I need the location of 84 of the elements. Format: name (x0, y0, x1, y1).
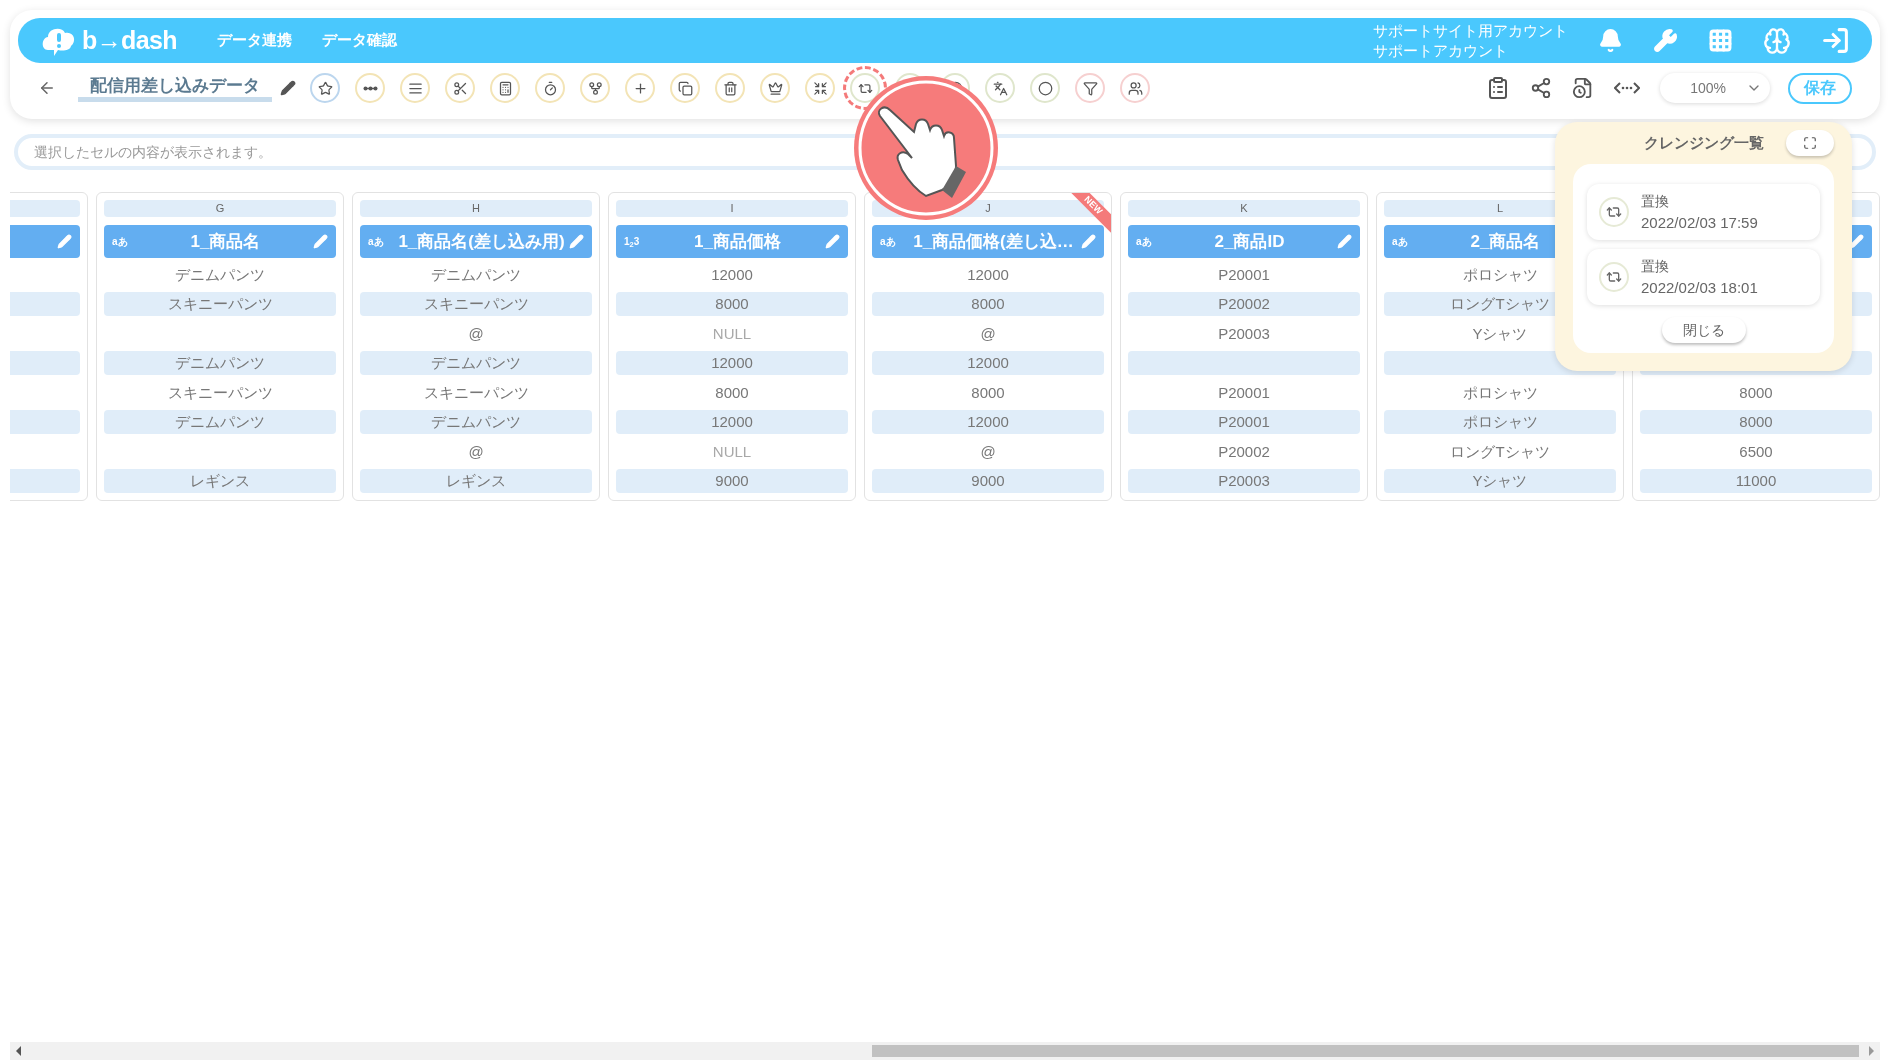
table-cell: 8000 (616, 292, 848, 317)
history-time: 2022/02/03 17:59 (1641, 213, 1758, 233)
table-cell: 12000 (872, 351, 1104, 376)
file-name[interactable]: 配信用差し込みデータ (78, 74, 272, 102)
table-cell: P20003 (1128, 469, 1360, 494)
table-cell-text: ポロシャツ (1461, 264, 1539, 285)
table-cell: 8000 (1640, 410, 1872, 435)
table-cell-text: 12000 (966, 264, 1010, 285)
table-cell: レギンス (360, 469, 592, 494)
history-item[interactable]: 置換 2022/02/03 17:59 (1587, 184, 1820, 240)
table-cell-text: デニムパンツ (430, 264, 522, 285)
table-cell: 8000 (872, 292, 1104, 317)
column-title: 1_商品価格(差し込… (912, 230, 1075, 253)
table-cell-text: P20002 (1217, 441, 1271, 462)
table-cell: デニムパンツ (360, 410, 592, 435)
table-cell-text: @ (467, 323, 485, 344)
table-cell-text: 8000 (714, 382, 750, 403)
table-cell-text: Yシャツ (1471, 323, 1529, 344)
column-header[interactable]: aあ 1_商品名 (104, 225, 336, 258)
history-item[interactable]: 置換 2022/02/03 18:01 (1587, 249, 1820, 305)
type-label: aあ (112, 235, 129, 249)
table-cell: ポロシャツ (1384, 410, 1616, 435)
column-header[interactable]: aあ 2_商品ID (1128, 225, 1360, 258)
table-cell-text: 8000 (970, 382, 1006, 403)
table-cell: デニムパンツ (104, 410, 336, 435)
table-cell: 12000 (616, 351, 848, 376)
type-label: aあ (1392, 235, 1409, 249)
column-header[interactable]: aあ 1_商品名(差し込み用) (360, 225, 592, 258)
column-letter: H (360, 200, 592, 217)
table-cell: Yシャツ (1384, 469, 1616, 494)
column-letter: K (1128, 200, 1360, 217)
table-cell-text: スキニーパンツ (422, 382, 530, 403)
table-cell: 12000 (616, 410, 848, 435)
nav-link[interactable]: データ確認 (321, 29, 397, 52)
zoom-select[interactable]: 100% (1660, 73, 1770, 103)
column-title: 1_商品名 (189, 230, 262, 253)
table-cell-text: @ (979, 323, 997, 344)
table-cell-text: ロングTシャツ (1449, 441, 1551, 462)
history-time: 2022/02/03 18:01 (1641, 278, 1758, 298)
panel-title: クレンジング一覧 (1644, 132, 1764, 153)
column-letter: I (616, 200, 848, 217)
column-title: 1_商品価格 (693, 230, 782, 253)
logo-text: b→dash (82, 24, 177, 56)
type-label: aあ (368, 235, 385, 249)
type-label: aあ (880, 235, 897, 249)
column-header[interactable]: 1$_{2}$3 1_商品価格 (616, 225, 848, 258)
column-title: 2_商品ID (1213, 230, 1286, 253)
table-cell-text: @ (467, 441, 485, 462)
table-cell-text: デニムパンツ (174, 264, 266, 285)
table-cell: デニムパンツ (360, 351, 592, 376)
table-cell-text: @ (979, 441, 997, 462)
table-cell: スキニーパンツ (104, 292, 336, 317)
table-cell: P20002 (1128, 292, 1360, 317)
table-cell: デニムパンツ (104, 351, 336, 376)
table-cell-text: NULL (711, 323, 753, 344)
history-name: 置換 (1641, 257, 1670, 276)
type-label: aあ (1136, 235, 1153, 249)
table-cell: 9000 (616, 469, 848, 494)
column-title: 2_商品名 (1469, 230, 1542, 253)
account-user: サポートアカウント (1373, 40, 1509, 61)
table-cell-text: 6500 (1738, 441, 1774, 462)
table-cell: スキニーパンツ (360, 292, 592, 317)
column-letter: G (104, 200, 336, 217)
table-cell: 11000 (1640, 469, 1872, 494)
type-label: 1$_{2}$3 (624, 235, 641, 249)
table-cell-text: 8000 (1738, 382, 1774, 403)
table-cell: P20001 (1128, 410, 1360, 435)
table-cell-text: P20001 (1217, 264, 1271, 285)
close-button[interactable]: 閉じる (1661, 317, 1746, 343)
table-cell-text: NULL (711, 441, 753, 462)
column-title: 1_商品名(差し込み用) (397, 230, 566, 253)
history-name: 置換 (1641, 192, 1670, 211)
table-cell: 9000 (872, 469, 1104, 494)
table-cell-text: スキニーパンツ (166, 382, 274, 403)
table-cell-text: 12000 (710, 264, 754, 285)
account-name: サポートサイト用アカウント (1373, 20, 1568, 41)
save-button[interactable]: 保存 (1788, 72, 1852, 104)
nav-link[interactable]: データ連携 (216, 29, 292, 52)
table-cell: レギンス (104, 469, 336, 494)
table-cell-text: ポロシャツ (1461, 382, 1539, 403)
table-cell-text: P20003 (1217, 323, 1271, 344)
table-cell-text: P20001 (1217, 382, 1271, 403)
column-header[interactable]: aあ 1_商品価格(差し込… (872, 225, 1104, 258)
table-cell: 12000 (872, 410, 1104, 435)
